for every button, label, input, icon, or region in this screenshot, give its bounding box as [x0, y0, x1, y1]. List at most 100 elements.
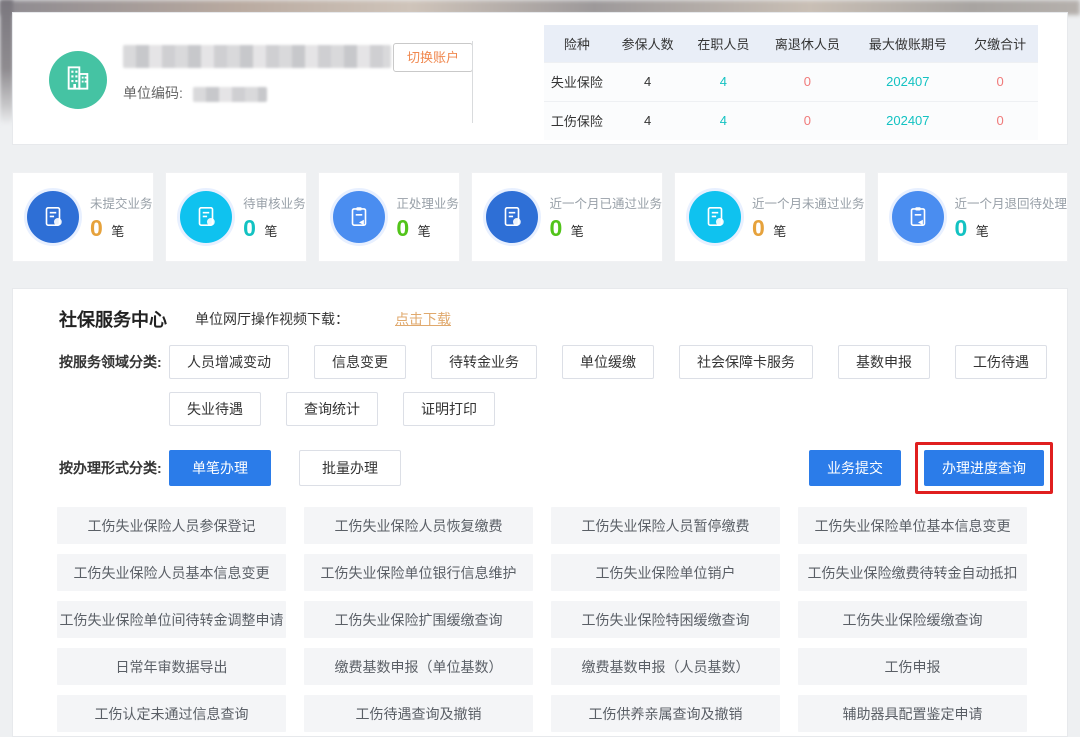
service-field-label: 按服务领域分类:: [59, 345, 169, 426]
grid-button[interactable]: 缴费基数申报（单位基数）: [304, 648, 533, 685]
stat-value: 0: [90, 215, 103, 241]
stat-value: 0: [752, 215, 765, 241]
stat-label: 近一个月已通过业务: [549, 193, 662, 212]
cell-retired-count: 0: [761, 101, 853, 140]
stat-card-unsubmitted[interactable]: 未提交业务 0 笔: [12, 172, 154, 262]
stat-label: 近一个月未通过业务: [752, 193, 865, 212]
stat-card-month-returned[interactable]: 近一个月退回待处理 0 笔: [877, 172, 1069, 262]
stat-card-month-rejected[interactable]: 近一个月未通过业务 0 笔: [674, 172, 866, 262]
cell-insured-count: 4: [610, 101, 686, 140]
stat-value: 0: [955, 215, 968, 241]
col-header: 在职人员: [685, 25, 761, 62]
company-avatar: [49, 51, 107, 109]
stat-value: 0: [243, 215, 256, 241]
grid-button[interactable]: 工伤失业保险缴费待转金自动抵扣: [798, 554, 1027, 591]
field-button-query-stats[interactable]: 查询统计: [286, 392, 378, 426]
business-grid: 工伤失业保险人员参保登记 工伤失业保险人员恢复缴费 工伤失业保险人员暂停缴费 工…: [57, 507, 1027, 732]
stat-unit: 笔: [111, 224, 124, 239]
company-info-panel: 切换账户 单位编码: 险种 参保人数 在职人员 离退休人员 最大做账期号 欠缴合…: [12, 12, 1068, 145]
grid-button[interactable]: 工伤失业保险单位间待转金调整申请: [57, 601, 286, 638]
col-header: 欠缴合计: [962, 25, 1038, 62]
cell-max-period: 202407: [854, 62, 963, 101]
stat-label: 近一个月退回待处理: [955, 193, 1068, 212]
grid-button[interactable]: 工伤供养亲属查询及撤销: [551, 695, 780, 732]
document-minus-icon: [689, 191, 741, 243]
field-button-injury-benefit[interactable]: 工伤待遇: [955, 345, 1047, 379]
grid-button[interactable]: 工伤认定未通过信息查询: [57, 695, 286, 732]
cell-arrears-total: 0: [962, 62, 1038, 101]
insurance-summary-table: 险种 参保人数 在职人员 离退休人员 最大做账期号 欠缴合计 失业保险 4 4 …: [544, 25, 1038, 140]
cell-active-count: 4: [685, 62, 761, 101]
progress-query-button[interactable]: 办理进度查询: [924, 450, 1044, 486]
service-field-buttons: 人员增减变动 信息变更 待转金业务 单位缓缴 社会保障卡服务 基数申报 工伤待遇…: [169, 345, 1049, 426]
table-header-row: 险种 参保人数 在职人员 离退休人员 最大做账期号 欠缴合计: [544, 25, 1038, 62]
cell-insured-count: 4: [610, 62, 686, 101]
building-icon: [62, 62, 94, 99]
cell-arrears-total: 0: [962, 101, 1038, 140]
stat-cards-row: 未提交业务 0 笔 待审核业务 0 笔 正处理业务 0 笔: [12, 172, 1068, 262]
stat-card-month-approved[interactable]: 近一个月已通过业务 0 笔: [471, 172, 663, 262]
grid-button[interactable]: 工伤失业保险扩围缓缴查询: [304, 601, 533, 638]
grid-button[interactable]: 工伤失业保险人员恢复缴费: [304, 507, 533, 544]
field-button-cert-print[interactable]: 证明打印: [403, 392, 495, 426]
stat-value: 0: [396, 215, 409, 241]
stat-label: 正处理业务: [396, 193, 459, 212]
grid-button[interactable]: 工伤失业保险特困缓缴查询: [551, 601, 780, 638]
grid-button[interactable]: 工伤失业保险单位银行信息维护: [304, 554, 533, 591]
document-minus-icon: [180, 191, 232, 243]
table-row: 失业保险 4 4 0 202407 0: [544, 62, 1038, 101]
stat-card-processing[interactable]: 正处理业务 0 笔: [318, 172, 460, 262]
grid-button[interactable]: 工伤失业保险缓缴查询: [798, 601, 1027, 638]
col-header: 参保人数: [610, 25, 686, 62]
stat-label: 未提交业务: [90, 193, 153, 212]
stat-unit: 笔: [264, 224, 277, 239]
tab-batch-process[interactable]: 批量办理: [299, 450, 401, 486]
video-download-label: 单位网厅操作视频下载：: [195, 309, 349, 329]
unit-code-label: 单位编码:: [123, 85, 183, 101]
document-clock-icon: [486, 191, 538, 243]
video-download-link[interactable]: 点击下载: [395, 309, 451, 329]
cell-max-period: 202407: [854, 101, 963, 140]
grid-button[interactable]: 辅助器具配置鉴定申请: [798, 695, 1027, 732]
stat-unit: 笔: [571, 224, 584, 239]
stat-value: 0: [549, 215, 562, 241]
field-button-base-declare[interactable]: 基数申报: [838, 345, 930, 379]
stat-unit: 笔: [976, 224, 989, 239]
vertical-divider: [472, 41, 473, 123]
stat-unit: 笔: [773, 224, 786, 239]
stat-card-pending-review[interactable]: 待审核业务 0 笔: [165, 172, 307, 262]
field-button-social-card[interactable]: 社会保障卡服务: [679, 345, 813, 379]
business-submit-button[interactable]: 业务提交: [809, 450, 901, 486]
cell-insurance-type: 工伤保险: [544, 101, 610, 140]
grid-button[interactable]: 工伤失业保险人员基本信息变更: [57, 554, 286, 591]
clipboard-arrow-icon: [892, 191, 944, 243]
cell-insurance-type: 失业保险: [544, 62, 610, 101]
table-row: 工伤保险 4 4 0 202407 0: [544, 101, 1038, 140]
field-button-info-change[interactable]: 信息变更: [314, 345, 406, 379]
field-button-personnel-change[interactable]: 人员增减变动: [169, 345, 289, 379]
grid-button[interactable]: 工伤失业保险单位销户: [551, 554, 780, 591]
grid-button[interactable]: 工伤失业保险人员参保登记: [57, 507, 286, 544]
stat-unit: 笔: [418, 224, 431, 239]
grid-button[interactable]: 工伤失业保险人员暂停缴费: [551, 507, 780, 544]
col-header: 最大做账期号: [854, 25, 963, 62]
grid-button[interactable]: 工伤待遇查询及撤销: [304, 695, 533, 732]
page-title: 社保服务中心: [59, 306, 167, 332]
grid-button[interactable]: 工伤申报: [798, 648, 1027, 685]
document-clock-icon: [27, 191, 79, 243]
field-button-transfer-fund[interactable]: 待转金业务: [431, 345, 537, 379]
grid-button[interactable]: 日常年审数据导出: [57, 648, 286, 685]
switch-account-button[interactable]: 切换账户: [393, 43, 473, 72]
tab-single-process[interactable]: 单笔办理: [169, 450, 271, 486]
field-button-unemployment-benefit[interactable]: 失业待遇: [169, 392, 261, 426]
col-header: 离退休人员: [761, 25, 853, 62]
red-highlight-box: 办理进度查询: [915, 442, 1053, 494]
cell-active-count: 4: [685, 101, 761, 140]
field-button-unit-deferral[interactable]: 单位缓缴: [562, 345, 654, 379]
stat-label: 待审核业务: [243, 193, 306, 212]
company-name-redacted: [123, 45, 391, 68]
grid-button[interactable]: 工伤失业保险单位基本信息变更: [798, 507, 1027, 544]
service-center-panel: 社保服务中心 单位网厅操作视频下载： 点击下载 按服务领域分类: 人员增减变动 …: [12, 288, 1068, 737]
grid-button[interactable]: 缴费基数申报（人员基数）: [551, 648, 780, 685]
clipboard-arrow-icon: [333, 191, 385, 243]
